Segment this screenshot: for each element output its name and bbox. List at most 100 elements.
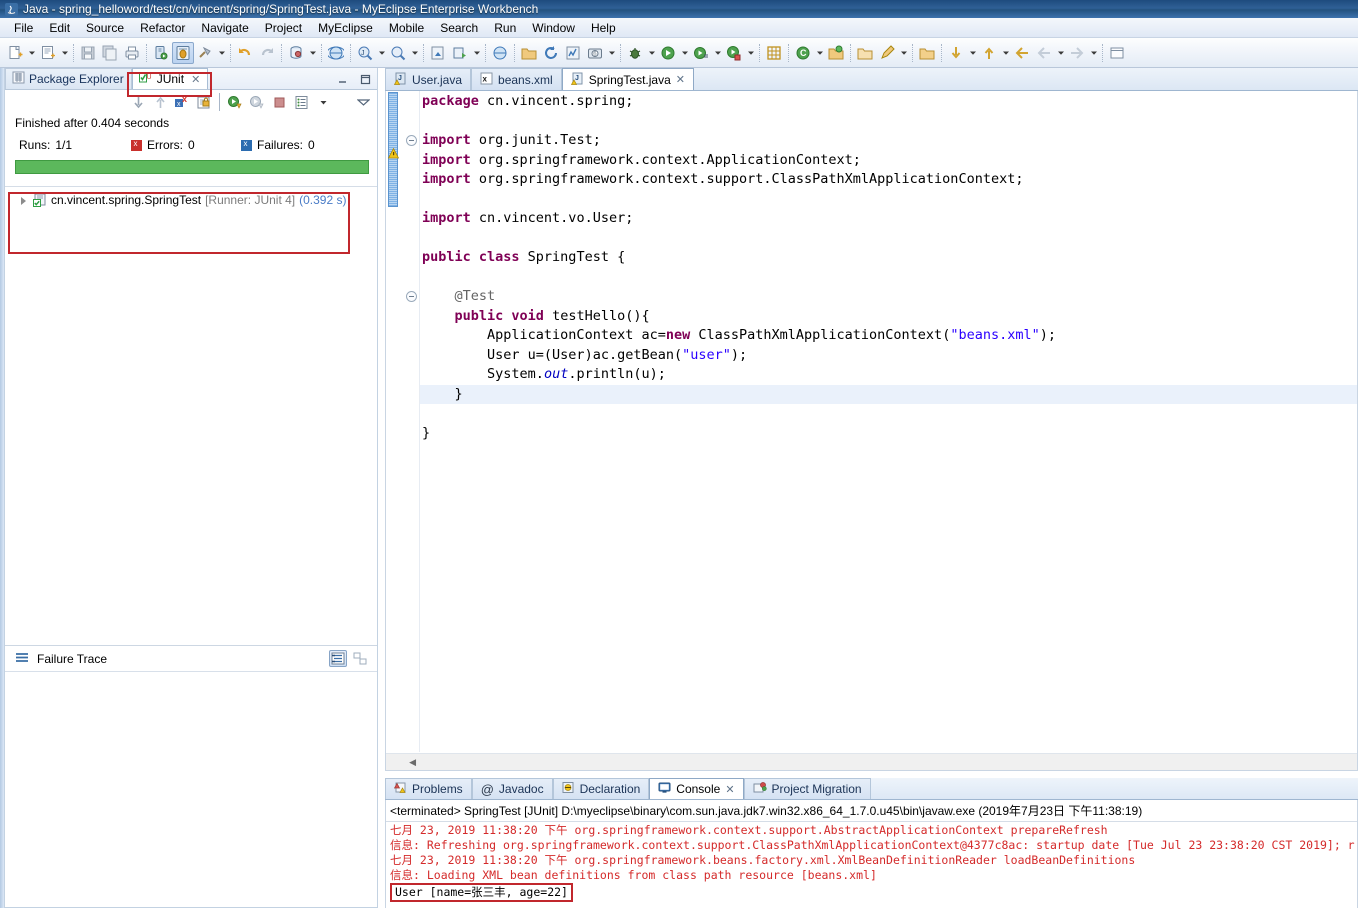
open-folder2-button[interactable] bbox=[916, 42, 938, 64]
profile-button[interactable] bbox=[562, 42, 584, 64]
snapshot-dropdown-chevron-down-icon[interactable] bbox=[606, 42, 617, 64]
new-wizard-dropdown-chevron-down-icon[interactable] bbox=[26, 42, 37, 64]
previous-failure-button[interactable] bbox=[150, 92, 170, 112]
myeclipse-db-button[interactable] bbox=[285, 42, 307, 64]
menu-refactor[interactable]: Refactor bbox=[132, 20, 193, 36]
menu-project[interactable]: Project bbox=[257, 20, 310, 36]
code-line[interactable]: package cn.vincent.spring; bbox=[420, 92, 1357, 112]
open-type-dropdown-chevron-down-icon[interactable] bbox=[376, 42, 387, 64]
code-line[interactable]: import org.junit.Test; bbox=[420, 131, 1357, 151]
editor-tab-user-java[interactable]: J User.java bbox=[385, 68, 472, 90]
next-failure-button[interactable] bbox=[128, 92, 148, 112]
next-edit-dropdown-chevron-down-icon[interactable] bbox=[1000, 42, 1011, 64]
run-button[interactable] bbox=[657, 42, 679, 64]
code-line[interactable]: } bbox=[420, 384, 1357, 404]
open-folder-button[interactable] bbox=[518, 42, 540, 64]
expand-triangle-icon[interactable] bbox=[19, 196, 28, 205]
test-history-button[interactable] bbox=[291, 92, 311, 112]
new-java-class-button[interactable]: C bbox=[792, 42, 814, 64]
refresh-button[interactable] bbox=[540, 42, 562, 64]
editor-tab-beans-xml[interactable]: x beans.xml bbox=[471, 68, 562, 90]
code-line[interactable]: public class SpringTest { bbox=[420, 248, 1357, 268]
prev-edit-dropdown-chevron-down-icon[interactable] bbox=[967, 42, 978, 64]
code-fold-collapse-icon[interactable] bbox=[406, 291, 417, 302]
save-button[interactable] bbox=[77, 42, 99, 64]
search-type-dropdown-chevron-down-icon[interactable] bbox=[409, 42, 420, 64]
open-resource-button[interactable] bbox=[854, 42, 876, 64]
editor-horizontal-scrollbar[interactable]: ◀ bbox=[386, 753, 1357, 770]
run-config-button[interactable] bbox=[449, 42, 471, 64]
redo-button[interactable] bbox=[256, 42, 278, 64]
tab-javadoc[interactable]: @ Javadoc bbox=[471, 778, 553, 799]
forward-history-button[interactable] bbox=[1033, 42, 1055, 64]
debug-dropdown-chevron-down-icon[interactable] bbox=[646, 42, 657, 64]
filter-stack-trace-button[interactable] bbox=[329, 650, 347, 667]
back-history-button[interactable] bbox=[1011, 42, 1033, 64]
build-button[interactable] bbox=[194, 42, 216, 64]
tab-declaration[interactable]: Declaration bbox=[552, 778, 650, 799]
new-window-button[interactable] bbox=[1106, 42, 1128, 64]
next-edit-button[interactable] bbox=[978, 42, 1000, 64]
code-line[interactable]: public void testHello(){ bbox=[420, 307, 1357, 327]
code-line[interactable] bbox=[420, 112, 1357, 132]
open-type-button[interactable]: J bbox=[354, 42, 376, 64]
code-fold-collapse-icon[interactable] bbox=[406, 135, 417, 146]
tab-junit-close-icon[interactable]: ✕ bbox=[191, 73, 200, 86]
menu-help[interactable]: Help bbox=[583, 20, 624, 36]
forward-button[interactable] bbox=[1066, 42, 1088, 64]
menu-source[interactable]: Source bbox=[78, 20, 132, 36]
menu-file[interactable]: File bbox=[6, 20, 41, 36]
menu-edit[interactable]: Edit bbox=[41, 20, 78, 36]
forward-history-dropdown-chevron-down-icon[interactable] bbox=[1055, 42, 1066, 64]
new-item-button[interactable] bbox=[37, 42, 59, 64]
table-row[interactable]: cn.vincent.spring.SpringTest [Runner: JU… bbox=[5, 191, 377, 209]
code-line[interactable]: @Test bbox=[420, 287, 1357, 307]
console-body[interactable]: <terminated> SpringTest [JUnit] D:\myecl… bbox=[385, 800, 1358, 908]
menu-mobile[interactable]: Mobile bbox=[381, 20, 432, 36]
menu-search[interactable]: Search bbox=[432, 20, 486, 36]
undo-button[interactable] bbox=[234, 42, 256, 64]
code-line[interactable]: } bbox=[420, 424, 1357, 444]
menu-myeclipse[interactable]: MyEclipse bbox=[310, 20, 381, 36]
minimize-icon[interactable] bbox=[335, 73, 350, 86]
run-config-dropdown-chevron-down-icon[interactable] bbox=[471, 42, 482, 64]
debug-button[interactable] bbox=[624, 42, 646, 64]
search-type-button[interactable] bbox=[387, 42, 409, 64]
print-button[interactable] bbox=[121, 42, 143, 64]
run-history-dropdown-chevron-down-icon[interactable] bbox=[712, 42, 723, 64]
editor-tab-springtest-java[interactable]: J SpringTest.java ✕ bbox=[561, 68, 694, 90]
tab-junit[interactable]: U JUnit ✕ bbox=[131, 68, 209, 89]
show-failures-only-button[interactable]: x x bbox=[172, 92, 192, 112]
code-line[interactable]: System.out.println(u); bbox=[420, 365, 1357, 385]
open-perspective-button[interactable] bbox=[825, 42, 847, 64]
code-line[interactable] bbox=[420, 229, 1357, 249]
code-editor[interactable]: package cn.vincent.spring; import org.ju… bbox=[385, 91, 1358, 771]
maximize-icon[interactable] bbox=[358, 73, 373, 86]
code-line[interactable]: import org.springframework.context.suppo… bbox=[420, 170, 1357, 190]
snapshot-button[interactable]: 6 bbox=[584, 42, 606, 64]
scroll-left-icon[interactable]: ◀ bbox=[386, 755, 422, 770]
myeclipse-db-dropdown-chevron-down-icon[interactable] bbox=[307, 42, 318, 64]
web-browser-button[interactable] bbox=[325, 42, 347, 64]
menu-run[interactable]: Run bbox=[486, 20, 524, 36]
forward-dropdown-chevron-down-icon[interactable] bbox=[1088, 42, 1099, 64]
menu-navigate[interactable]: Navigate bbox=[193, 20, 256, 36]
stop-button[interactable] bbox=[269, 92, 289, 112]
editor-tab-close-icon[interactable]: ✕ bbox=[676, 73, 685, 86]
view-menu-button[interactable] bbox=[353, 92, 373, 112]
new-wizard-button[interactable] bbox=[4, 42, 26, 64]
tab-problems[interactable]: Problems bbox=[385, 778, 472, 799]
run-history-button[interactable] bbox=[690, 42, 712, 64]
next-annotation-button[interactable] bbox=[427, 42, 449, 64]
tab-project-migration[interactable]: Project Migration bbox=[743, 778, 871, 799]
editor-folding-gutter[interactable] bbox=[404, 91, 420, 752]
code-line[interactable] bbox=[420, 404, 1357, 424]
scroll-lock-button[interactable] bbox=[194, 92, 214, 112]
code-line[interactable]: import cn.vincent.vo.User; bbox=[420, 209, 1357, 229]
open-web-button[interactable] bbox=[489, 42, 511, 64]
run-last-button[interactable] bbox=[723, 42, 745, 64]
build-dropdown-chevron-down-icon[interactable] bbox=[216, 42, 227, 64]
code-line[interactable] bbox=[420, 190, 1357, 210]
prev-edit-button[interactable] bbox=[945, 42, 967, 64]
new-java-package-button[interactable] bbox=[763, 42, 785, 64]
